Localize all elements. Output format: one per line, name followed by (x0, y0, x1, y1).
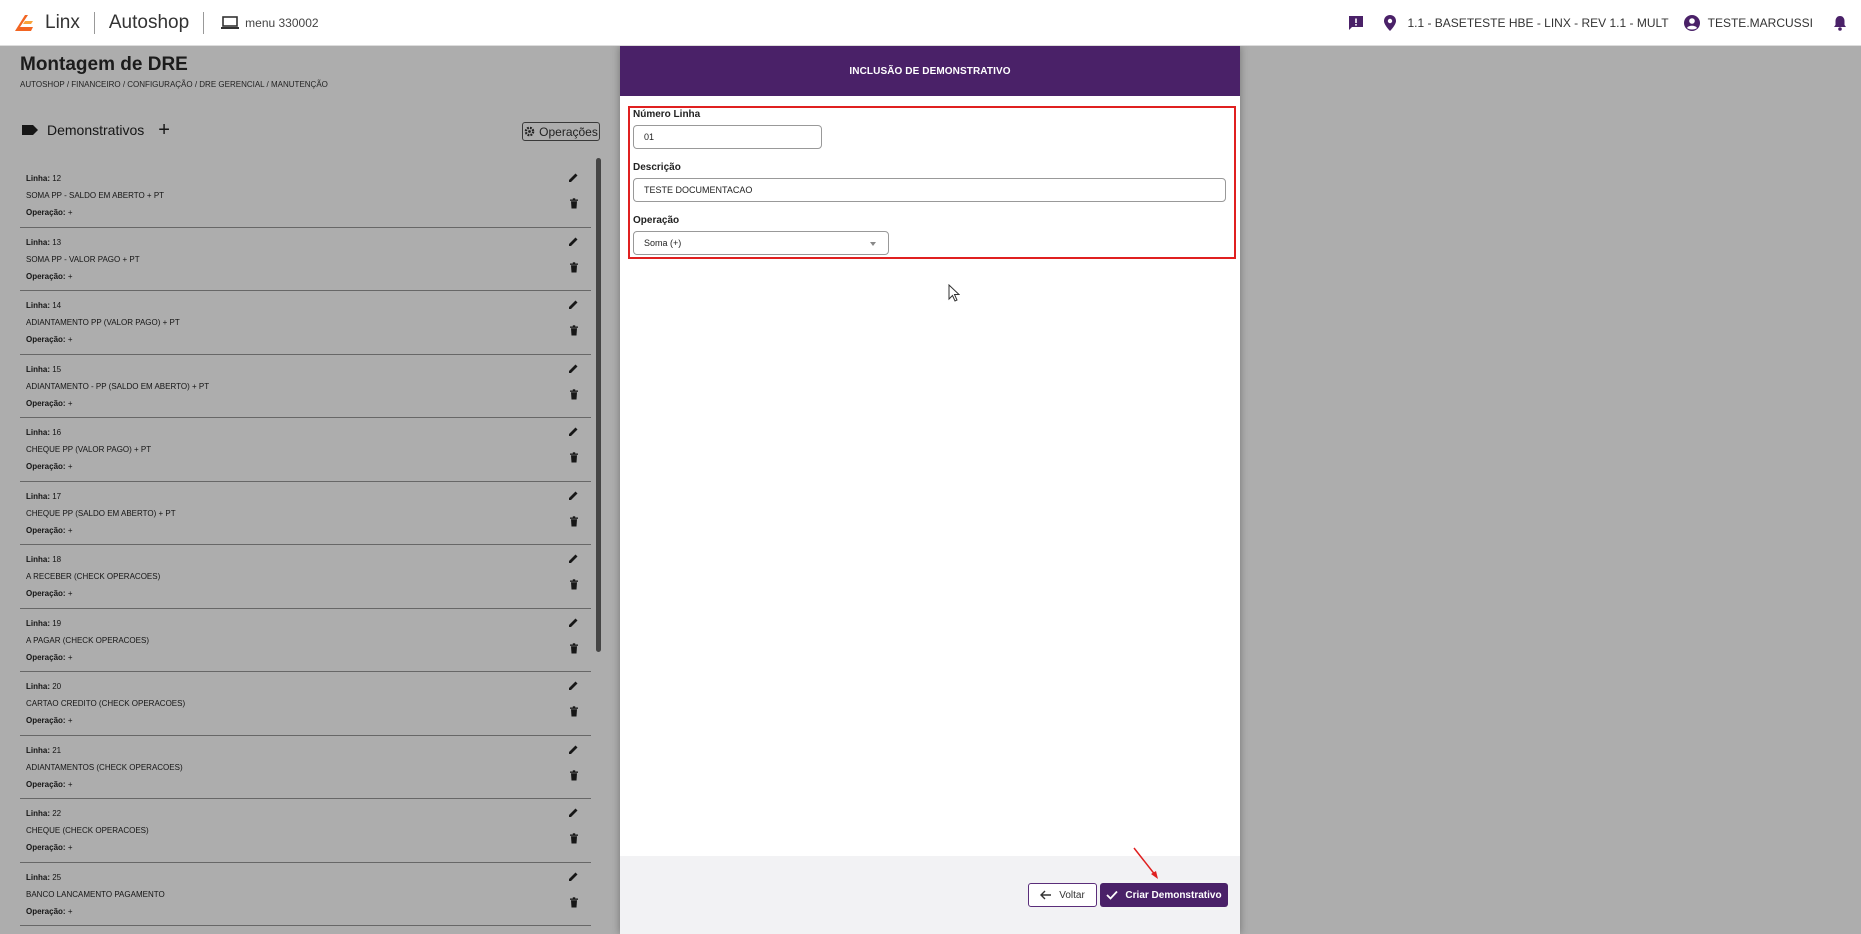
operacao-label: Operação (633, 215, 680, 226)
divider (93, 11, 95, 34)
location-pin-icon[interactable] (1381, 14, 1399, 32)
back-button[interactable]: Voltar (1028, 883, 1097, 907)
divider (203, 11, 205, 34)
modal-header: INCLUSÃO DE DEMONSTRATIVO (620, 46, 1240, 96)
bell-icon[interactable] (1831, 14, 1849, 32)
operacao-selected-value: Soma (+) (644, 238, 682, 248)
descricao-input[interactable] (633, 178, 1226, 202)
top-right-actions: 1.1 - BASETESTE HBE - LINX - REV 1.1 - M… (1347, 0, 1861, 46)
arrow-left-icon (1040, 890, 1052, 900)
inclusion-modal: INCLUSÃO DE DEMONSTRATIVO Número Linha D… (620, 46, 1240, 934)
modal-title: INCLUSÃO DE DEMONSTRATIVO (849, 65, 1011, 77)
feedback-icon[interactable] (1347, 14, 1365, 32)
mouse-cursor-icon (948, 284, 960, 302)
annotation-arrow-icon (1133, 847, 1158, 879)
descricao-label: Descrição (633, 162, 681, 173)
top-bar: Linx Autoshop menu 330002 1.1 - BASETEST… (0, 0, 1861, 46)
create-label: Criar Demonstrativo (1125, 889, 1222, 901)
check-icon (1106, 890, 1119, 900)
numero-linha-label: Número Linha (633, 109, 701, 120)
linx-logo-icon (15, 14, 33, 31)
back-label: Voltar (1059, 889, 1085, 901)
account-circle-icon[interactable] (1683, 14, 1701, 32)
brand-name: Linx (45, 11, 80, 33)
app-name: Autoshop (108, 11, 190, 33)
numero-linha-input[interactable] (633, 125, 822, 149)
menu-code[interactable]: menu 330002 (245, 16, 318, 30)
user-name[interactable]: TESTE.MARCUSSI (1708, 16, 1813, 30)
laptop-icon[interactable] (220, 15, 240, 31)
operacao-select[interactable]: Soma (+) (633, 231, 889, 255)
create-demonstrativo-button[interactable]: Criar Demonstrativo (1100, 883, 1228, 907)
chevron-down-icon (870, 242, 876, 246)
store-location[interactable]: 1.1 - BASETESTE HBE - LINX - REV 1.1 - M… (1407, 16, 1668, 30)
